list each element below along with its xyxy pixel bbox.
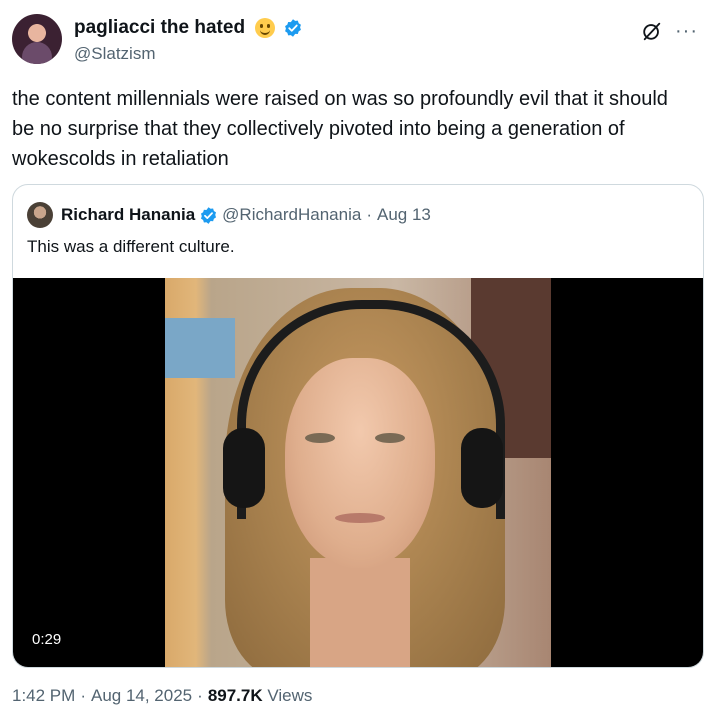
quoted-tweet-header: Richard Hanania @RichardHanania · Aug 13	[27, 201, 431, 229]
quoted-tweet-text: This was a different culture.	[27, 237, 235, 256]
author-handle[interactable]: @Slatzism	[74, 42, 303, 66]
video-player[interactable]: 0:29	[13, 278, 703, 667]
video-thumbnail	[165, 278, 551, 667]
tweet-meta: 1:42 PM · Aug 14, 2025 · 897.7K Views	[12, 686, 312, 706]
quoted-author-display-name: Richard Hanania	[61, 205, 196, 224]
more-options-icon[interactable]: ···	[675, 21, 698, 41]
verified-badge-icon[interactable]	[283, 18, 303, 38]
tweet-actions: ···	[641, 20, 698, 42]
author-display-name[interactable]: pagliacci the hated	[74, 16, 245, 40]
quoted-author-avatar	[27, 202, 53, 228]
grok-icon[interactable]	[641, 20, 663, 42]
author-avatar[interactable]	[12, 14, 62, 64]
thumbnail-neck	[310, 558, 410, 667]
headphone-cup-left	[223, 428, 265, 508]
thumbnail-background	[165, 318, 235, 378]
tweet-time[interactable]: 1:42 PM	[12, 686, 75, 705]
quoted-tweet[interactable]: Richard Hanania @RichardHanania · Aug 13…	[12, 184, 704, 668]
tweet-date[interactable]: Aug 14, 2025	[91, 686, 192, 705]
views-label: Views	[267, 686, 313, 705]
author-info: pagliacci the hated @Slatzism	[74, 16, 303, 66]
slightly-smiling-face-icon	[254, 18, 275, 38]
separator-dot: ·	[366, 205, 372, 224]
views-count: 897.7K	[207, 686, 263, 705]
verified-badge-icon	[201, 206, 217, 224]
separator-dot: ·	[197, 686, 203, 705]
quoted-author-handle: @RichardHanania	[222, 205, 362, 224]
tweet-text: the content millennials were raised on w…	[12, 88, 668, 170]
video-duration-badge: 0:29	[25, 628, 69, 651]
quoted-tweet-date: Aug 13	[377, 205, 431, 224]
headphone-cup-right	[461, 428, 503, 508]
separator-dot: ·	[80, 686, 86, 705]
tweet-header: pagliacci the hated @Slatzism ···	[12, 14, 704, 70]
